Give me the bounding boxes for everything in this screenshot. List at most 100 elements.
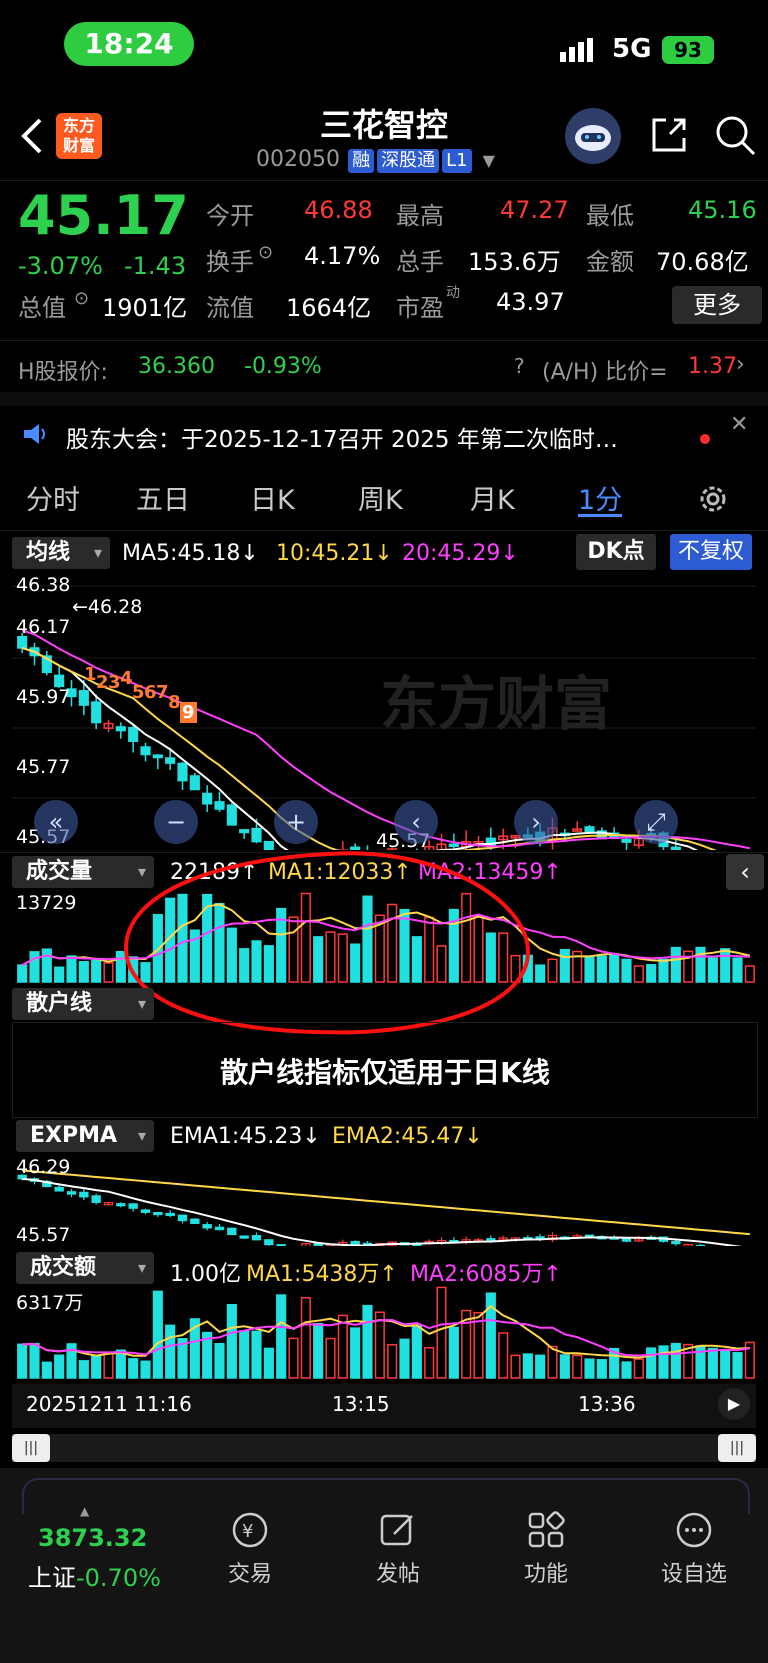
expma-candle-body [202, 1224, 212, 1229]
volume-bar [559, 1354, 570, 1379]
time-label-start: 20251211 11:16 [26, 1392, 192, 1416]
td-count: 7 [156, 682, 169, 703]
volume-bar [732, 957, 743, 983]
td-count: 1 [84, 664, 97, 685]
volume-bar [288, 1337, 299, 1379]
current-price: 45.17 [18, 184, 189, 247]
tab-intraday[interactable]: 分时 [26, 478, 80, 517]
volume-bar [559, 948, 570, 983]
nav-functions[interactable]: 功能 [496, 1510, 596, 1588]
expma-candle-body [239, 1235, 249, 1239]
notice-bar[interactable]: 股东大会：于2025-12-17召开 2025 年第二次临时… ✕ [0, 410, 768, 460]
indicator-select-expma[interactable]: EXPMA [16, 1120, 154, 1152]
stat-label: 总手 [396, 248, 444, 276]
hshare-change: -0.93% [244, 354, 322, 379]
volume-bar [152, 1290, 163, 1379]
volume-bar [313, 1323, 324, 1379]
chevron-right-icon[interactable]: › [736, 352, 745, 377]
candle-body [54, 674, 65, 688]
high-marker: ←46.28 [72, 596, 143, 618]
tab-5day[interactable]: 五日 [136, 478, 190, 517]
volume-bar [670, 1342, 681, 1379]
td-count: 4 [120, 668, 133, 689]
candle-body [621, 838, 632, 843]
collapse-icon[interactable]: ‹ [726, 854, 764, 890]
volume-bar [54, 1354, 65, 1379]
index-row[interactable]: 上证-0.70% [28, 1558, 161, 1593]
nav-post[interactable]: 发帖 [348, 1510, 448, 1588]
zoom-in-icon[interactable]: + [274, 800, 318, 844]
more-icon [674, 1510, 714, 1550]
expma-candle-body [350, 1240, 360, 1245]
stat-label: 换手 [206, 248, 254, 276]
tab-active-underline [578, 514, 622, 517]
volume-bar [91, 1355, 102, 1379]
indicator-select-ma[interactable]: 均线 [12, 537, 110, 569]
volume-bar [510, 1354, 521, 1379]
volume-bar [572, 1354, 583, 1379]
share-icon[interactable] [648, 114, 690, 160]
expma-candle-body [695, 1244, 706, 1246]
network-label: 5G [612, 34, 652, 64]
adjust-button[interactable]: 不复权 [670, 534, 752, 570]
stat-label: 市盈 [396, 294, 444, 322]
notice-dot [700, 434, 710, 444]
nav-label: 设自选 [660, 1562, 727, 1587]
scroll-left-icon[interactable]: « [34, 800, 78, 844]
nav-watchlist[interactable]: 设自选 [644, 1510, 744, 1588]
play-icon[interactable]: ▶ [718, 1388, 750, 1420]
stat-label: 今开 [206, 202, 254, 230]
fullscreen-icon[interactable]: ⤢ [634, 800, 678, 844]
edit-icon [378, 1510, 418, 1550]
close-icon[interactable]: ✕ [730, 412, 748, 437]
volume-bar [17, 1343, 28, 1379]
range-slider-track[interactable]: ||| ||| [12, 1434, 756, 1462]
candle-body [177, 762, 188, 782]
nav-trade[interactable]: ¥ 交易 [200, 1510, 300, 1588]
volume-bar [214, 1343, 225, 1379]
tab-weekly[interactable]: 周K [358, 478, 403, 517]
indicator-select-amount[interactable]: 成交额 [16, 1252, 154, 1284]
expma-candle-body [54, 1186, 64, 1192]
search-icon[interactable] [714, 114, 758, 162]
info-icon[interactable]: ⊙ [74, 288, 89, 309]
change-pct: -3.07% [18, 252, 103, 280]
volume-bar [251, 1330, 262, 1379]
volume-bar [547, 958, 558, 983]
range-handle-left[interactable]: ||| [12, 1434, 50, 1462]
candle-body [128, 727, 139, 742]
volume-bar [411, 1324, 422, 1379]
td-count: 2 [96, 672, 109, 693]
index-change: -0.70% [76, 1564, 161, 1592]
price-label-3: 45.97 [16, 686, 71, 708]
info-icon[interactable]: ⊙ [258, 242, 273, 263]
dk-button[interactable]: DK点 [576, 534, 656, 570]
indicator-select-retail[interactable]: 散户线 [12, 988, 154, 1020]
nav-label: 交易 [227, 1562, 272, 1587]
chevron-down-icon[interactable]: ▼ [483, 151, 495, 170]
tab-daily[interactable]: 日K [250, 478, 295, 517]
more-button[interactable]: 更多 [672, 286, 762, 324]
stock-code: 002050 [256, 147, 340, 172]
robot-assistant-icon[interactable] [565, 108, 621, 164]
scroll-prev-icon[interactable]: ‹ [394, 800, 438, 844]
volume-bar [547, 1345, 558, 1379]
ah-value: 1.37 [688, 354, 737, 379]
help-icon[interactable]: ? [514, 354, 525, 378]
speaker-icon [22, 422, 48, 450]
index-value[interactable]: 3873.32 [38, 1524, 147, 1552]
ema1-line [22, 1177, 743, 1246]
scroll-next-icon[interactable]: › [514, 800, 558, 844]
tab-monthly[interactable]: 月K [470, 478, 515, 517]
zoom-out-icon[interactable]: − [154, 800, 198, 844]
expma-candle-body [128, 1203, 138, 1209]
input-bar[interactable] [22, 1478, 750, 1514]
volume-bar [424, 1346, 435, 1379]
range-handle-right[interactable]: ||| [718, 1434, 756, 1462]
stat-label: 最低 [586, 202, 634, 230]
settings-icon[interactable] [696, 482, 730, 520]
tab-1min[interactable]: 1分 [578, 478, 622, 517]
expma-bottom-label: 45.57 [16, 1224, 71, 1246]
expma-candle-body [140, 1209, 151, 1213]
expma-candle-body [671, 1240, 681, 1245]
